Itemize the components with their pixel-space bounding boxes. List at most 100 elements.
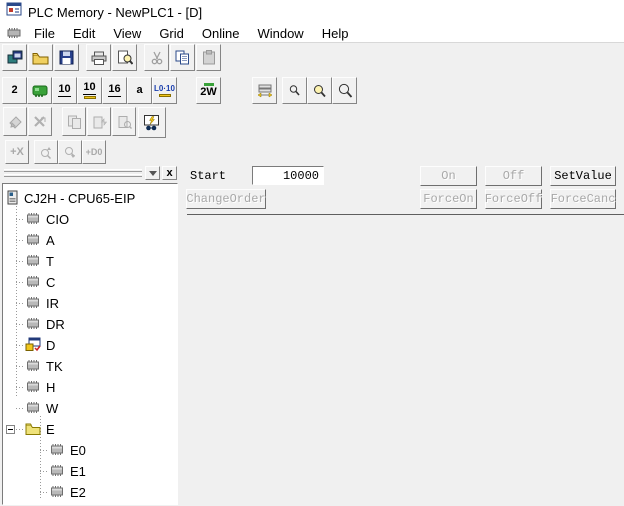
panel-gripper[interactable] — [4, 169, 142, 172]
tree-connector — [16, 387, 25, 388]
tree-connector — [16, 219, 25, 220]
float-format-button[interactable]: L0·10 — [152, 77, 177, 104]
tree-item-label: E1 — [70, 464, 86, 479]
cascade-windows-button[interactable] — [2, 44, 27, 71]
tree-item-label: DR — [46, 317, 65, 332]
tree-connector — [16, 282, 25, 283]
chip-icon — [25, 254, 41, 270]
memory-window-icon — [25, 337, 41, 355]
off-button[interactable]: Off — [485, 166, 542, 186]
tree-connector — [40, 471, 49, 472]
tree-item-label: CIO — [46, 212, 69, 227]
tree-connector — [16, 366, 25, 367]
forceoff-button[interactable]: ForceOff — [485, 189, 542, 209]
menu-help[interactable]: Help — [313, 26, 358, 41]
hex-format-button[interactable]: 16 — [102, 77, 127, 104]
panel-menu-button[interactable] — [145, 166, 160, 180]
force-cancel-all-button[interactable]: +X — [5, 140, 29, 164]
title-bar: PLC Memory - NewPLC1 - [D] — [0, 0, 624, 24]
tree-item-t[interactable]: T — [25, 251, 54, 272]
paste-button[interactable] — [196, 44, 221, 71]
tree-item-e[interactable]: E — [25, 419, 55, 440]
tree-connector — [16, 429, 25, 430]
tree-item-a[interactable]: A — [25, 230, 55, 251]
address-watch-button[interactable]: +D0 — [82, 140, 106, 164]
decimal-format-button[interactable]: 10 — [52, 77, 77, 104]
print-preview-button[interactable] — [112, 44, 137, 71]
plc-icon — [7, 190, 19, 208]
tree-item-e1[interactable]: E1 — [49, 461, 86, 482]
find-next-button[interactable] — [58, 140, 82, 164]
tree-connector — [16, 408, 25, 409]
menu-view[interactable]: View — [104, 26, 150, 41]
transfer-to-plc-button[interactable] — [3, 107, 27, 136]
copy-button[interactable] — [170, 44, 195, 71]
column-width-button[interactable] — [252, 77, 277, 104]
find-previous-button[interactable] — [34, 140, 58, 164]
tree-item-w[interactable]: W — [25, 398, 58, 419]
menu-window[interactable]: Window — [248, 26, 312, 41]
forceon-button[interactable]: ForceOn — [420, 189, 477, 209]
setvalue-button[interactable]: SetValue — [550, 166, 616, 186]
zoom-reset-button[interactable] — [307, 77, 332, 104]
bcd-format-button[interactable] — [27, 77, 52, 104]
verify-page-button[interactable] — [112, 107, 136, 136]
collapse-expander[interactable] — [6, 425, 15, 434]
tree-connector — [16, 240, 25, 241]
signed-decimal-format-button[interactable]: 10 — [77, 77, 102, 104]
tree-item-dr[interactable]: DR — [25, 314, 65, 335]
compare-with-plc-button[interactable] — [62, 107, 86, 136]
start-address-input[interactable] — [252, 166, 324, 185]
tree-item-label: E0 — [70, 443, 86, 458]
binary-format-button[interactable]: 2 — [2, 77, 27, 104]
menu-file[interactable]: File — [25, 26, 64, 41]
tree-item-h[interactable]: H — [25, 377, 55, 398]
zoom-out-button[interactable] — [282, 77, 307, 104]
chip-icon — [49, 443, 65, 459]
transfer-page-up-button[interactable] — [87, 107, 111, 136]
on-button[interactable]: On — [420, 166, 477, 186]
tree-item-cio[interactable]: CIO — [25, 209, 69, 230]
tree-root[interactable]: CJ2H - CPU65-EIP — [7, 188, 135, 209]
open-button[interactable] — [28, 44, 53, 71]
tree-item-label: E2 — [70, 485, 86, 500]
chip-icon — [49, 464, 65, 480]
text-format-button[interactable]: a — [127, 77, 152, 104]
chip-icon — [25, 401, 41, 417]
memory-tree-panel: CJ2H - CPU65-EIP CIO ATC IR DR D TK HWE E0 E1 E2 E3 — [2, 183, 178, 505]
menu-edit[interactable]: Edit — [64, 26, 104, 41]
chip-icon — [25, 212, 41, 228]
chip-icon — [25, 317, 41, 333]
tree-item-label: W — [46, 401, 58, 416]
tree-item-e0[interactable]: E0 — [49, 440, 86, 461]
chip-icon — [25, 359, 41, 375]
memory-grid — [187, 214, 624, 506]
menu-grid[interactable]: Grid — [150, 26, 193, 41]
tree-connector — [16, 303, 25, 304]
changeorder-button[interactable]: ChangeOrder — [186, 189, 266, 209]
tree-item-label: IR — [46, 296, 59, 311]
transfer-from-plc-button[interactable] — [28, 107, 52, 136]
print-button[interactable] — [86, 44, 111, 71]
folder-icon — [25, 422, 41, 438]
panel-close-button[interactable]: x — [162, 166, 177, 180]
start-label: Start — [190, 169, 226, 183]
chip-icon — [25, 233, 41, 249]
tree-connector — [16, 261, 25, 262]
tree-item-ir[interactable]: IR — [25, 293, 59, 314]
save-button[interactable] — [54, 44, 79, 71]
tree-item-c[interactable]: C — [25, 272, 55, 293]
tree-item-e2[interactable]: E2 — [49, 482, 86, 503]
tree-item-d[interactable]: D — [25, 335, 55, 356]
zoom-in-button[interactable] — [332, 77, 357, 104]
double-word-button[interactable]: 2W — [196, 77, 221, 104]
monitor-button[interactable] — [138, 107, 166, 138]
tree-item-e3[interactable]: E3 — [49, 503, 86, 505]
tree-item-label: TK — [46, 359, 63, 374]
cut-button[interactable] — [144, 44, 169, 71]
menu-online[interactable]: Online — [193, 26, 249, 41]
forcecanc-button[interactable]: ForceCanc — [550, 189, 616, 209]
tree-connector — [16, 324, 25, 325]
tree-item-tk[interactable]: TK — [25, 356, 63, 377]
panel-gripper[interactable] — [4, 174, 142, 177]
